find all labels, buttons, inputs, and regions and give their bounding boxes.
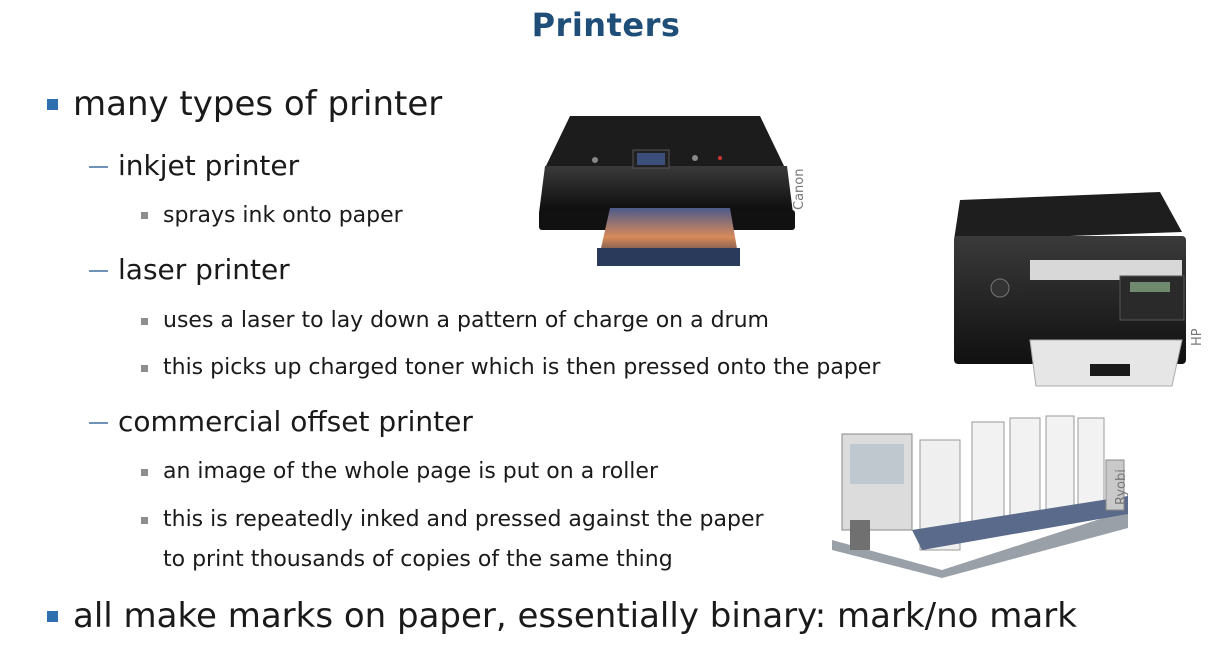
small-square-icon [141, 517, 148, 524]
credit-canon: Canon [792, 168, 807, 210]
small-square-icon [141, 365, 148, 372]
offset-press-image [832, 415, 1128, 578]
bullet-marks-on-paper: all make marks on paper, essentially bin… [73, 596, 1077, 636]
dash-icon [89, 166, 108, 168]
small-square-icon [141, 318, 148, 325]
offset-description-2a: this is repeatedly inked and pressed aga… [163, 507, 764, 532]
laser-description-2: this picks up charged toner which is the… [163, 355, 881, 380]
laser-printer-image [954, 192, 1186, 387]
laser-description-1: uses a laser to lay down a pattern of ch… [163, 308, 769, 333]
credit-hp: HP [1190, 328, 1205, 346]
inkjet-description: sprays ink onto paper [163, 203, 403, 228]
dash-icon [89, 422, 108, 424]
bullet-many-types: many types of printer [73, 84, 443, 124]
bullet-square-icon [47, 611, 58, 622]
slide-title: Printers [531, 6, 681, 44]
offset-description-1: an image of the whole page is put on a r… [163, 459, 658, 484]
dash-icon [89, 270, 108, 272]
inkjet-printer-image [539, 116, 795, 266]
sub-bullet-offset: commercial offset printer [118, 405, 473, 438]
small-square-icon [141, 469, 148, 476]
sub-bullet-laser: laser printer [118, 253, 290, 286]
bullet-square-icon [47, 99, 58, 110]
small-square-icon [141, 212, 148, 219]
offset-description-2b: to print thousands of copies of the same… [163, 547, 673, 572]
sub-bullet-inkjet: inkjet printer [118, 149, 300, 182]
credit-ryobi: Ryobi [1114, 469, 1129, 505]
